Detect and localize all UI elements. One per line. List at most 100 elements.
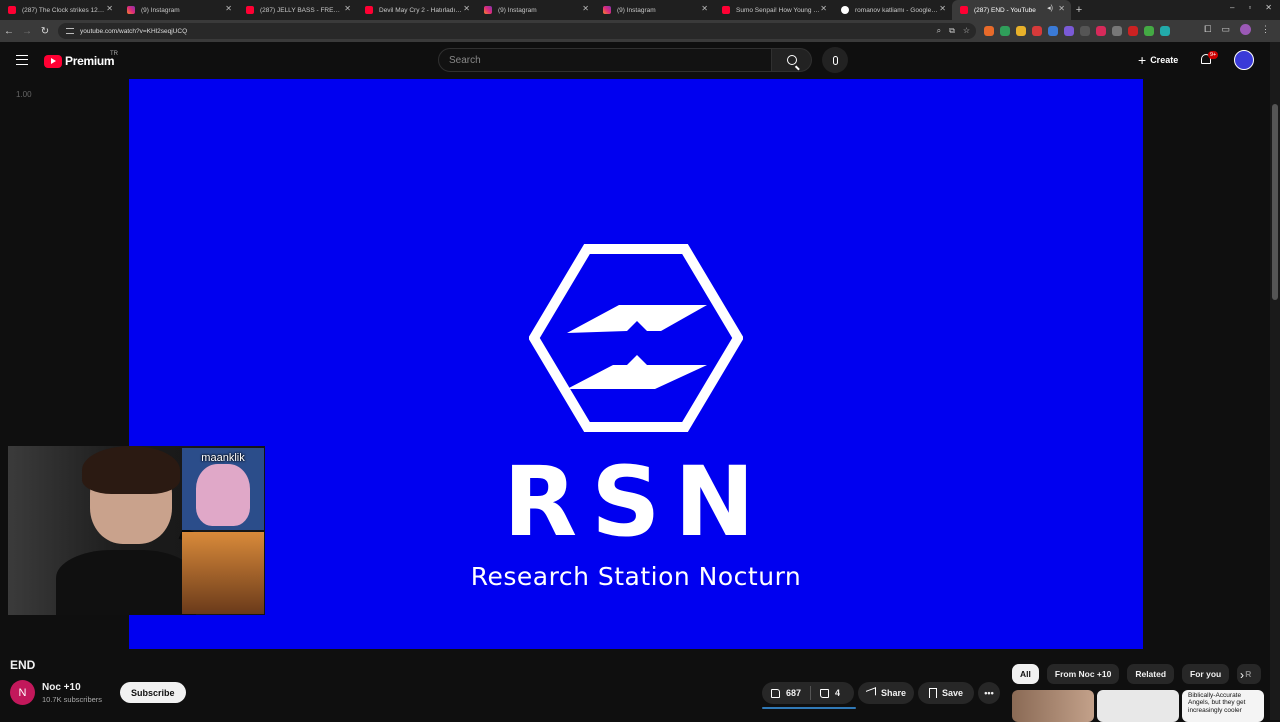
subscribe-button[interactable]: Subscribe: [120, 682, 186, 703]
close-tab-icon[interactable]: ✕: [939, 4, 946, 13]
browser-tab[interactable]: (9) Instagram ✕: [476, 0, 595, 20]
puzzle-extensions-icon[interactable]: ⧠: [1204, 24, 1211, 35]
youtube-favicon-icon: [365, 6, 373, 14]
scrollbar-thumb[interactable]: [1272, 104, 1278, 300]
rsn-title-text: RSN: [503, 446, 769, 558]
rsn-hexagon-logo-icon: [529, 244, 743, 432]
dislike-button[interactable]: 4: [811, 682, 849, 704]
channel-avatar[interactable]: N: [10, 680, 35, 705]
extension-icon[interactable]: [1016, 26, 1026, 36]
create-button[interactable]: + Create: [1132, 50, 1184, 70]
notification-count-badge: 9+: [1208, 51, 1219, 59]
thumbs-up-icon: [771, 688, 780, 698]
back-icon[interactable]: ←: [0, 26, 18, 37]
extension-icon[interactable]: [1032, 26, 1042, 36]
chip-all[interactable]: All: [1012, 664, 1039, 684]
video-player[interactable]: RSN Research Station Nocturn: [129, 79, 1143, 649]
extension-icon[interactable]: [1000, 26, 1010, 36]
chevron-right-icon[interactable]: ›: [1240, 668, 1244, 682]
related-video-thumbnail[interactable]: [1012, 690, 1094, 722]
close-tab-icon[interactable]: ✕: [582, 4, 589, 13]
extension-icon[interactable]: [1064, 26, 1074, 36]
window-controls: – ▫ ✕: [1230, 3, 1272, 12]
profile-icon[interactable]: [1240, 24, 1251, 35]
chip-for-you[interactable]: For you: [1182, 664, 1230, 684]
search-input[interactable]: Search: [438, 48, 772, 72]
menu-kebab-icon[interactable]: ⋮: [1261, 24, 1270, 35]
playback-speed-readout: 1.00: [16, 90, 32, 99]
speaker-icon[interactable]: ◂): [1047, 4, 1053, 12]
close-window-icon[interactable]: ✕: [1265, 3, 1272, 12]
browser-tab[interactable]: romanov katliamı - Google Sea ✕: [833, 0, 952, 20]
youtube-play-icon: [44, 54, 62, 68]
close-tab-icon[interactable]: ✕: [701, 4, 708, 13]
browser-tab[interactable]: (9) Instagram ✕: [119, 0, 238, 20]
new-tab-icon[interactable]: +: [1071, 4, 1087, 16]
reload-icon[interactable]: ↻: [36, 26, 54, 37]
extension-icon[interactable]: [984, 26, 994, 36]
minimize-icon[interactable]: –: [1230, 3, 1234, 12]
streamer-webcam-overlay: maanklik: [8, 446, 265, 615]
account-avatar[interactable]: [1234, 50, 1254, 70]
related-video-thumbnail[interactable]: Biblically-Accurate Angels, but they get…: [1182, 690, 1264, 722]
browser-tab[interactable]: (9) Instagram ✕: [595, 0, 714, 20]
close-tab-icon[interactable]: ✕: [463, 4, 470, 13]
google-favicon-icon: [841, 6, 849, 14]
youtube-premium-logo[interactable]: Premium TR: [44, 51, 118, 68]
extension-icon[interactable]: [1080, 26, 1090, 36]
instagram-favicon-icon: [484, 6, 492, 14]
close-tab-icon[interactable]: ✕: [820, 4, 827, 13]
page-scrollbar[interactable]: [1270, 42, 1280, 720]
instagram-favicon-icon: [603, 6, 611, 14]
related-filter-chips: All From Noc +10 Related For you R: [1012, 664, 1262, 684]
extension-icon[interactable]: [1048, 26, 1058, 36]
overlay-inset-label: maanklik: [201, 452, 245, 464]
url-bar[interactable]: youtube.com/watch?v=KHl2seqjUCQ ⌕ ⧉ ☆: [58, 23, 976, 39]
sidebar-icon[interactable]: ▭: [1221, 24, 1230, 35]
more-actions-button[interactable]: •••: [978, 682, 1000, 704]
subscriber-count: 10.7K subscribers: [42, 695, 103, 704]
related-video-thumbnails: Biblically-Accurate Angels, but they get…: [1012, 690, 1264, 722]
zoom-icon[interactable]: ⌕: [937, 26, 941, 36]
more-horizontal-icon: •••: [984, 688, 994, 698]
extension-icon[interactable]: [1128, 26, 1138, 36]
overlay-inset-image: maanklik: [182, 448, 264, 530]
browser-tab[interactable]: Devil May Cry 2 - Hatırladığım ✕: [357, 0, 476, 20]
chip-related[interactable]: Related: [1127, 664, 1175, 684]
extension-icon[interactable]: [1160, 26, 1170, 36]
rsn-subtitle-text: Research Station Nocturn: [470, 562, 802, 591]
related-video-thumbnail[interactable]: [1097, 690, 1179, 722]
plus-icon: +: [1138, 52, 1147, 68]
close-tab-icon[interactable]: ✕: [1058, 4, 1065, 13]
extension-icon[interactable]: [1112, 26, 1122, 36]
site-info-icon[interactable]: [66, 28, 74, 34]
share-button[interactable]: Share: [858, 682, 914, 704]
search-button[interactable]: [772, 48, 812, 72]
maximize-icon[interactable]: ▫: [1248, 3, 1251, 12]
youtube-favicon-icon: [246, 6, 254, 14]
browser-tab[interactable]: (287) The Clock strikes 12 - Yo ✕: [0, 0, 119, 20]
forward-icon[interactable]: →: [18, 26, 36, 37]
like-dislike-bar: 687 4: [762, 682, 854, 704]
extension-icon[interactable]: [1144, 26, 1154, 36]
voice-search-button[interactable]: [822, 47, 848, 73]
hamburger-menu-icon[interactable]: [16, 55, 28, 65]
close-tab-icon[interactable]: ✕: [106, 4, 113, 13]
url-text: youtube.com/watch?v=KHl2seqjUCQ: [80, 27, 188, 35]
browser-tab[interactable]: Sumo Senpai! How Young Sumo✕: [714, 0, 833, 20]
close-tab-icon[interactable]: ✕: [225, 4, 232, 13]
close-tab-icon[interactable]: ✕: [344, 4, 351, 13]
chip-from-channel[interactable]: From Noc +10: [1046, 664, 1120, 684]
channel-name[interactable]: Noc +10: [42, 682, 81, 693]
search-icon: [786, 55, 797, 65]
extension-icon[interactable]: [1096, 26, 1106, 36]
browser-tab-strip: (287) The Clock strikes 12 - Yo ✕ (9) Ins…: [0, 0, 1280, 20]
overlay-inset-image-2: [182, 532, 264, 614]
share-arrow-icon: [865, 687, 876, 699]
bookmark-star-icon[interactable]: ☆: [963, 26, 970, 36]
browser-tab[interactable]: (287) JELLY BASS - FREE STUFF✕: [238, 0, 357, 20]
save-button[interactable]: Save: [918, 682, 974, 704]
install-icon[interactable]: ⧉: [949, 26, 955, 36]
browser-tab-active[interactable]: (287) END - YouTube ◂) ✕: [952, 0, 1071, 20]
like-button[interactable]: 687: [762, 682, 810, 704]
